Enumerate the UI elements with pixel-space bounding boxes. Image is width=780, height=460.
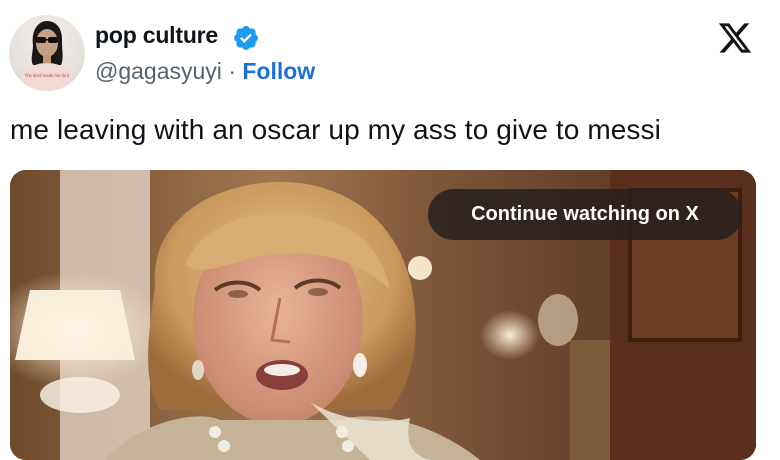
tweet-text: me leaving with an oscar up my ass to gi…: [10, 114, 661, 145]
separator: ·: [228, 58, 236, 84]
continue-watching-button[interactable]: Continue watching on X: [428, 189, 742, 240]
x-logo-icon[interactable]: [716, 20, 754, 56]
display-name[interactable]: pop culture: [95, 22, 218, 49]
handle-line: @gagasyuyi · Follow: [95, 58, 315, 85]
avatar[interactable]: The devil made me do it: [9, 15, 85, 91]
handle[interactable]: @gagasyuyi: [95, 58, 222, 84]
avatar-image: The devil made me do it: [19, 21, 75, 91]
follow-button[interactable]: Follow: [242, 58, 315, 84]
avatar-shirt-text: The devil made me do it: [25, 73, 71, 78]
verified-badge-icon: [234, 26, 258, 50]
tweet-header: The devil made me do it pop culture @gag…: [0, 0, 780, 110]
